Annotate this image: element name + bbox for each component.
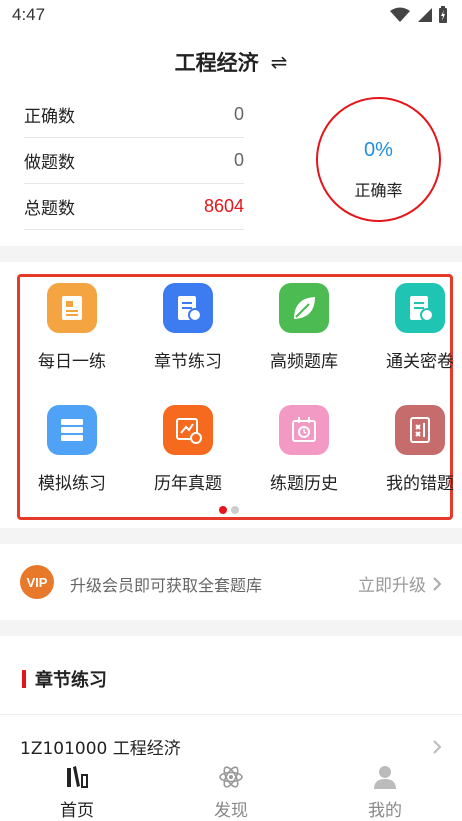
bottom-tab-bar: 首页 发现 我的 — [0, 758, 462, 821]
daily-practice-icon — [47, 283, 97, 333]
status-time: 4:47 — [12, 5, 46, 24]
tab-mine-label: 我的 — [368, 801, 402, 821]
stats-panel: 正确数 0 做题数 0 总题数 8604 0% 正确率 — [0, 92, 462, 246]
vip-banner[interactable]: VIP 升级会员即可获取全套题库 立即升级 — [0, 544, 462, 620]
upgrade-now-link[interactable]: 立即升级 — [358, 571, 442, 596]
wifi-icon — [390, 7, 410, 22]
swap-subject-icon[interactable]: ⇌ — [271, 50, 288, 74]
menu-high-frequency-label: 高频题库 — [270, 352, 338, 372]
upgrade-now-label: 立即升级 — [358, 576, 426, 596]
menu-chapter-practice[interactable]: 章节练习 — [130, 283, 246, 393]
page-dot-1[interactable] — [219, 506, 227, 514]
user-icon — [374, 766, 396, 789]
menu-mock-exam[interactable]: 模拟练习 — [14, 405, 130, 515]
tab-discover[interactable]: 发现 — [154, 762, 308, 821]
tab-discover-label: 发现 — [214, 801, 248, 821]
accuracy-rate-label: 正确率 — [354, 181, 403, 200]
stat-correct-value: 0 — [233, 104, 244, 124]
stat-correct: 正确数 0 — [24, 92, 244, 138]
past-papers-icon — [163, 405, 213, 455]
stat-total-value: 8604 — [203, 196, 244, 216]
menu-past-papers[interactable]: 历年真题 — [130, 405, 246, 515]
mock-exam-icon — [47, 405, 97, 455]
stat-total-label: 总题数 — [24, 199, 75, 219]
battery-icon — [439, 6, 447, 23]
status-bar: 4:47 — [0, 0, 462, 32]
tab-mine[interactable]: 我的 — [308, 762, 462, 821]
chapter-practice-icon — [163, 283, 213, 333]
tab-home[interactable]: 首页 — [0, 762, 154, 821]
stat-total: 总题数 8604 — [24, 184, 244, 230]
signal-icon — [418, 8, 432, 22]
grid-page-indicator[interactable] — [219, 506, 239, 514]
atom-icon — [219, 766, 243, 788]
menu-high-frequency[interactable]: 高频题库 — [246, 283, 362, 393]
stat-done: 做题数 0 — [24, 138, 244, 184]
chapter-item[interactable]: 1Z101000 工程经济 — [20, 734, 442, 759]
leaf-icon — [279, 283, 329, 333]
stat-correct-label: 正确数 — [24, 107, 75, 127]
menu-chapter-practice-label: 章节练习 — [154, 352, 222, 372]
page-title: 工程经济 — [174, 51, 259, 75]
feature-grid-card: 每日一练 章节练习 高频题库 通关密卷 模拟练习 历年真题 练题历史 我的错题 — [0, 262, 462, 528]
books-icon — [67, 766, 88, 788]
feature-grid: 每日一练 章节练习 高频题库 通关密卷 模拟练习 历年真题 练题历史 我的错题 — [14, 274, 454, 520]
menu-mock-exam-label: 模拟练习 — [38, 474, 106, 494]
stat-done-value: 0 — [233, 150, 244, 170]
menu-daily-practice-label: 每日一练 — [38, 352, 106, 372]
title-bar: 工程经济 ⇌ — [0, 32, 462, 92]
accuracy-rate-value: 0% — [364, 139, 393, 161]
vip-text: 升级会员即可获取全套题库 — [70, 576, 263, 595]
chevron-right-icon — [433, 739, 442, 754]
wrong-notebook-icon — [395, 405, 445, 455]
chapter-section-title: 章节练习 — [35, 670, 107, 691]
vip-logo-icon: VIP — [20, 565, 54, 599]
menu-daily-practice[interactable]: 每日一练 — [14, 283, 130, 393]
menu-past-papers-label: 历年真题 — [154, 474, 222, 494]
secret-paper-icon — [395, 283, 445, 333]
menu-secret-paper-label: 通关密卷 — [386, 352, 454, 372]
section-divider — [0, 714, 462, 715]
menu-practice-history[interactable]: 练题历史 — [246, 405, 362, 515]
section-accent-bar — [22, 670, 26, 688]
menu-wrong-questions-label: 我的错题 — [386, 474, 454, 494]
chapter-item-label: 1Z101000 工程经济 — [20, 739, 181, 759]
chevron-right-icon — [433, 576, 442, 591]
tab-home-label: 首页 — [60, 801, 94, 821]
history-calendar-icon — [279, 405, 329, 455]
status-icons — [390, 6, 448, 24]
stat-done-label: 做题数 — [24, 153, 75, 173]
chapter-section-header: 章节练习 — [22, 666, 107, 692]
page-dot-2[interactable] — [231, 506, 239, 514]
menu-secret-paper[interactable]: 通关密卷 — [362, 283, 462, 393]
accuracy-rate-circle: 0% 正确率 — [316, 97, 441, 222]
menu-practice-history-label: 练题历史 — [270, 474, 338, 494]
menu-wrong-questions[interactable]: 我的错题 — [362, 405, 462, 515]
